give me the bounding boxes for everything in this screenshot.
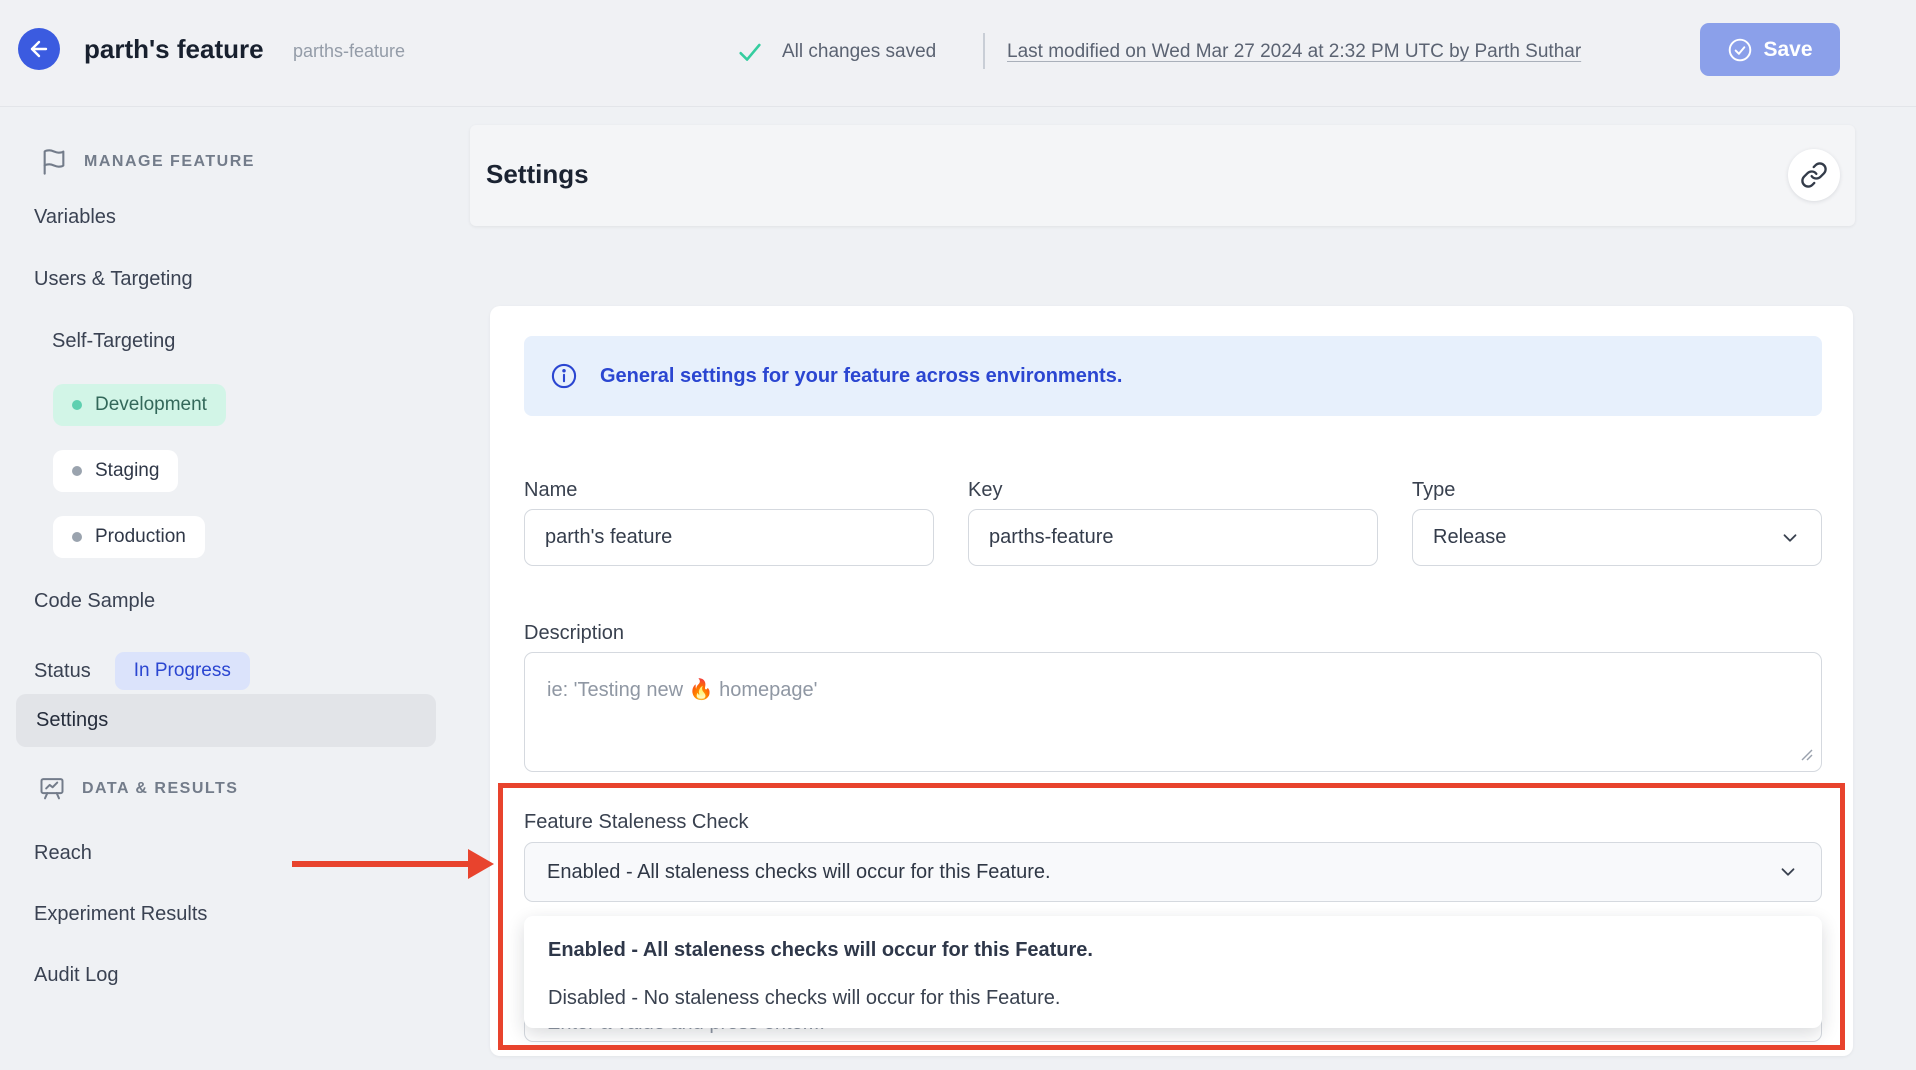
dropdown-option-disabled[interactable]: Disabled - No staleness checks will occu…: [524, 974, 1822, 1022]
env-dot-icon: [72, 466, 82, 476]
saved-status: All changes saved: [782, 41, 936, 63]
name-label: Name: [524, 479, 577, 502]
status-label: Status: [34, 660, 91, 683]
sidebar-env-production[interactable]: Production: [53, 516, 205, 558]
check-circle-icon: [1727, 37, 1753, 63]
name-input[interactable]: [524, 509, 934, 566]
manage-feature-label: MANAGE FEATURE: [84, 153, 255, 171]
info-icon: [550, 362, 578, 390]
chevron-down-icon: [1779, 527, 1801, 549]
staleness-dropdown-menu: Enabled - All staleness checks will occu…: [524, 916, 1822, 1028]
save-button-label: Save: [1763, 38, 1812, 62]
sidebar-item-settings[interactable]: Settings: [16, 694, 436, 747]
save-button[interactable]: Save: [1700, 23, 1840, 76]
sidebar-env-development[interactable]: Development: [53, 384, 226, 426]
data-results-label: DATA & RESULTS: [82, 780, 238, 798]
back-button[interactable]: [18, 28, 60, 70]
staleness-label: Feature Staleness Check: [524, 811, 749, 834]
manage-feature-section: MANAGE FEATURE: [40, 148, 255, 176]
staleness-select[interactable]: Enabled - All staleness checks will occu…: [524, 842, 1822, 902]
sidebar-env-staging[interactable]: Staging: [53, 450, 178, 492]
sidebar-item-experiment-results[interactable]: Experiment Results: [34, 903, 207, 926]
arrow-left-icon: [27, 37, 51, 61]
chevron-down-icon: [1777, 861, 1799, 883]
banner-text: General settings for your feature across…: [600, 365, 1122, 388]
status-badge[interactable]: In Progress: [115, 652, 250, 690]
type-label: Type: [1412, 479, 1455, 502]
link-icon: [1800, 161, 1828, 189]
data-results-section: DATA & RESULTS: [38, 775, 238, 803]
dropdown-option-enabled[interactable]: Enabled - All staleness checks will occu…: [524, 926, 1822, 974]
env-label: Production: [95, 526, 186, 548]
type-select-value: Release: [1433, 526, 1506, 549]
description-label: Description: [524, 622, 624, 645]
copy-link-button[interactable]: [1788, 149, 1840, 201]
sidebar-item-label: Settings: [36, 709, 108, 732]
staleness-select-value: Enabled - All staleness checks will occu…: [547, 861, 1051, 884]
env-dot-icon: [72, 532, 82, 542]
key-label: Key: [968, 479, 1002, 502]
sidebar-item-reach[interactable]: Reach: [34, 842, 92, 865]
env-label: Development: [95, 394, 207, 416]
feature-key: parths-feature: [293, 41, 405, 62]
settings-form-card: General settings for your feature across…: [490, 306, 1853, 1056]
last-modified-link[interactable]: Last modified on Wed Mar 27 2024 at 2:32…: [1007, 41, 1581, 63]
env-dot-icon: [72, 400, 82, 410]
page-title: Settings: [486, 159, 589, 190]
type-select[interactable]: Release: [1412, 509, 1822, 566]
sidebar-item-audit-log[interactable]: Audit Log: [34, 964, 119, 987]
annotation-arrow: [292, 861, 470, 867]
top-header: parth's feature parths-feature All chang…: [0, 0, 1916, 107]
flag-icon: [40, 148, 68, 176]
env-label: Staging: [95, 460, 159, 482]
description-textarea[interactable]: [524, 652, 1822, 772]
sidebar-item-variables[interactable]: Variables: [34, 206, 116, 229]
settings-panel-header: Settings: [470, 125, 1855, 226]
feature-title: parth's feature: [84, 34, 264, 65]
header-divider: [983, 33, 985, 69]
check-icon: [736, 38, 764, 66]
info-banner: General settings for your feature across…: [524, 336, 1822, 416]
sidebar-item-code-sample[interactable]: Code Sample: [34, 590, 155, 613]
sidebar-item-users-targeting[interactable]: Users & Targeting: [34, 268, 193, 291]
key-input[interactable]: [968, 509, 1378, 566]
status-row: Status In Progress: [34, 652, 250, 690]
sidebar-item-self-targeting[interactable]: Self-Targeting: [52, 330, 175, 353]
presentation-chart-icon: [38, 775, 66, 803]
